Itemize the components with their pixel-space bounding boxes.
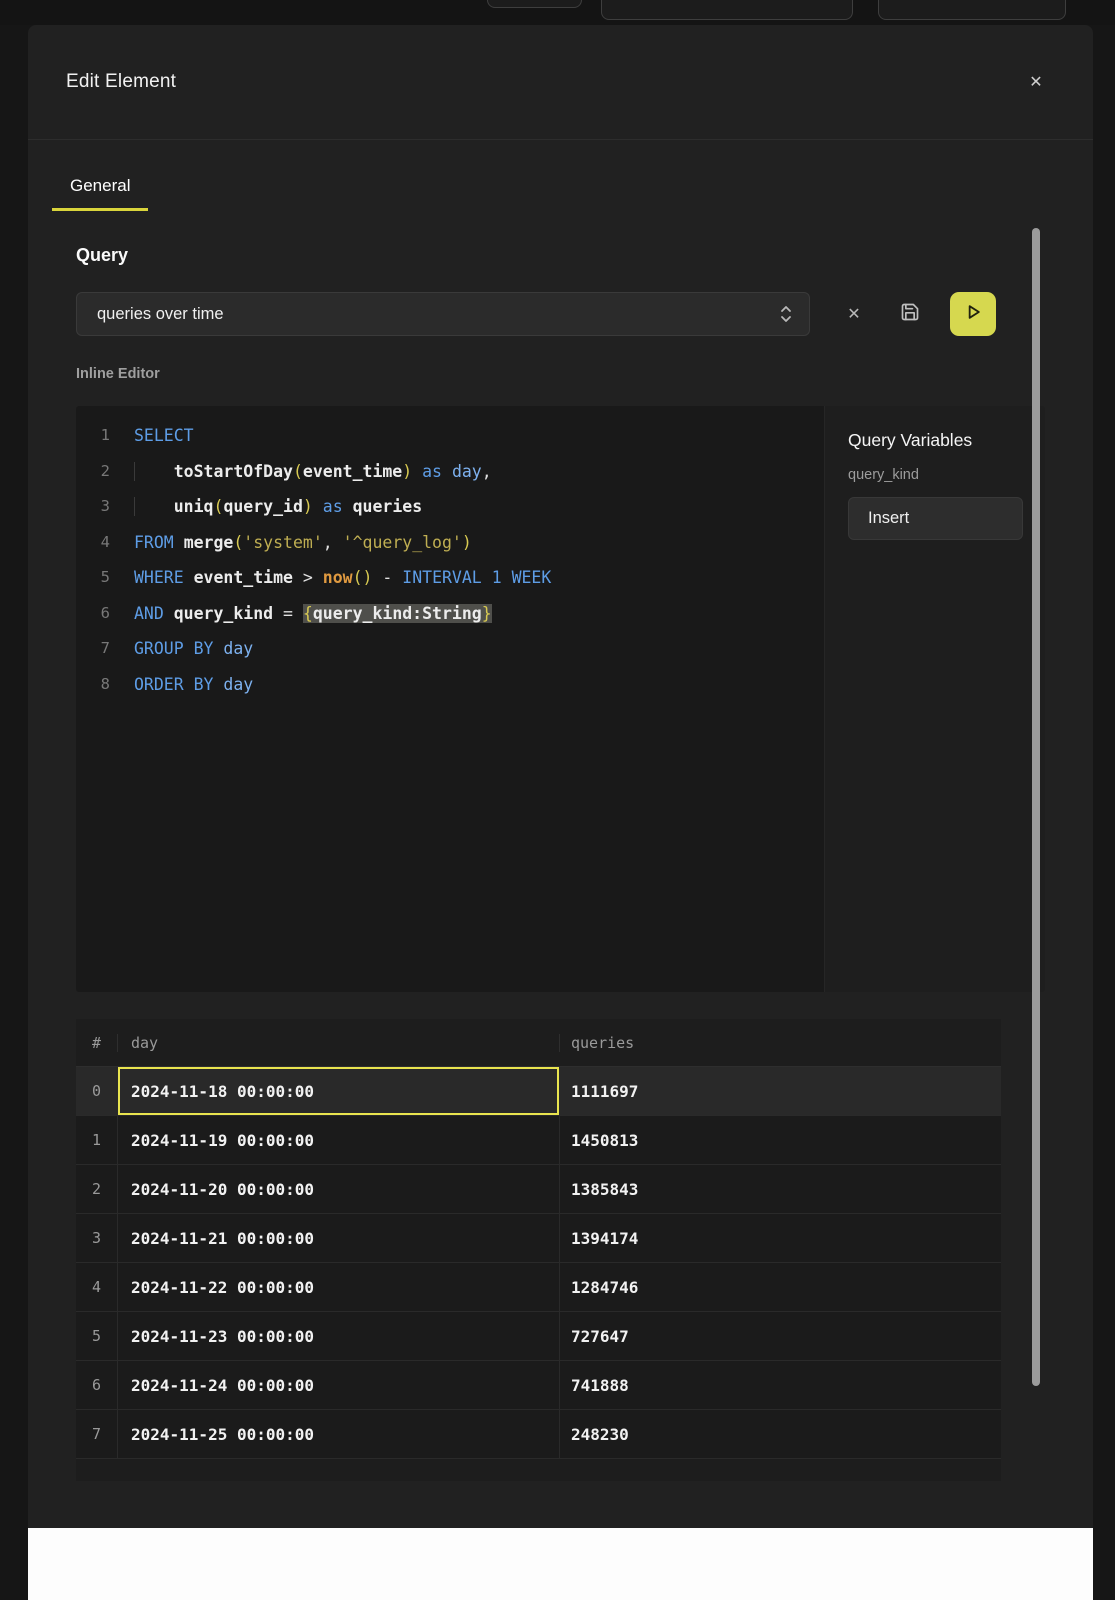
query-variables-panel: Query Variables query_kind Insert [824, 406, 1045, 992]
partial-control-right[interactable] [878, 0, 1066, 20]
cell-queries[interactable]: 248230 [560, 1410, 1001, 1458]
query-select[interactable]: queries over time [76, 292, 810, 336]
cell-day[interactable]: 2024-11-24 00:00:00 [118, 1361, 560, 1409]
code-text: GROUP BY day [110, 631, 253, 667]
clear-icon: ✕ [847, 304, 860, 324]
top-bar [0, 0, 1115, 25]
modal-header: Edit Element ✕ [28, 25, 1093, 140]
modal-title: Edit Element [66, 71, 176, 93]
cell-day[interactable]: 2024-11-22 00:00:00 [118, 1263, 560, 1311]
cell-row-index: 4 [76, 1263, 118, 1311]
cell-day[interactable]: 2024-11-25 00:00:00 [118, 1410, 560, 1458]
cell-row-index: 6 [76, 1361, 118, 1409]
line-number: 3 [76, 489, 110, 525]
cell-row-index: 0 [76, 1067, 118, 1115]
cell-day[interactable]: 2024-11-19 00:00:00 [118, 1116, 560, 1164]
select-chevron-icon [777, 303, 795, 325]
code-lines[interactable]: 1SELECT2 toStartOfDay(event_time) as day… [76, 406, 824, 992]
query-variables-heading: Query Variables [848, 430, 1045, 451]
query-controls-row: queries over time ✕ [76, 292, 1045, 336]
cell-queries[interactable]: 727647 [560, 1312, 1001, 1360]
code-line[interactable]: 1SELECT [76, 418, 824, 454]
tab-bar: General [28, 140, 1093, 211]
cell-row-index: 5 [76, 1312, 118, 1360]
table-row[interactable]: 02024-11-18 00:00:001111697 [76, 1067, 1001, 1116]
cell-row-index: 7 [76, 1410, 118, 1458]
results-table: # day queries 02024-11-18 00:00:00111169… [76, 1019, 1001, 1481]
code-line[interactable]: 6AND query_kind = {query_kind:String} [76, 596, 824, 632]
code-text: SELECT [110, 418, 194, 454]
partial-control-middle[interactable] [601, 0, 853, 20]
cell-row-index: 2 [76, 1165, 118, 1213]
table-row[interactable]: 12024-11-19 00:00:001450813 [76, 1116, 1001, 1165]
line-number: 1 [76, 418, 110, 454]
line-number: 5 [76, 560, 110, 596]
page-bottom-sheet [28, 1528, 1093, 1600]
line-number: 2 [76, 454, 110, 490]
table-row[interactable]: 62024-11-24 00:00:00741888 [76, 1361, 1001, 1410]
play-icon [963, 302, 983, 327]
line-number: 6 [76, 596, 110, 632]
edit-element-modal: Edit Element ✕ General Query queries ove… [28, 25, 1093, 1528]
table-row[interactable]: 32024-11-21 00:00:001394174 [76, 1214, 1001, 1263]
code-text: AND query_kind = {query_kind:String} [110, 596, 492, 632]
vertical-scrollbar[interactable] [1032, 228, 1040, 1386]
variable-name: query_kind [848, 467, 1045, 483]
table-row[interactable]: 42024-11-22 00:00:001284746 [76, 1263, 1001, 1312]
cell-queries[interactable]: 1284746 [560, 1263, 1001, 1311]
partial-control-left[interactable] [487, 0, 582, 8]
code-text: uniq(query_id) as queries [110, 489, 422, 525]
code-text: WHERE event_time > now() - INTERVAL 1 WE… [110, 560, 551, 596]
table-row[interactable]: 72024-11-25 00:00:00248230 [76, 1410, 1001, 1459]
code-line[interactable]: 7GROUP BY day [76, 631, 824, 667]
cell-queries[interactable]: 1450813 [560, 1116, 1001, 1164]
close-button[interactable]: ✕ [1023, 69, 1049, 95]
code-text: ORDER BY day [110, 667, 253, 703]
query-select-value: queries over time [97, 305, 777, 324]
code-text: FROM merge('system', '^query_log') [110, 525, 472, 561]
cell-queries[interactable]: 1394174 [560, 1214, 1001, 1262]
save-icon [900, 302, 920, 327]
run-query-button[interactable] [950, 292, 996, 336]
code-text: toStartOfDay(event_time) as day, [110, 454, 492, 490]
column-header-index: # [76, 1034, 118, 1052]
table-footer [76, 1459, 1001, 1481]
insert-variable-button[interactable]: Insert [848, 497, 1023, 540]
code-line[interactable]: 8ORDER BY day [76, 667, 824, 703]
cell-day[interactable]: 2024-11-23 00:00:00 [118, 1312, 560, 1360]
cell-row-index: 1 [76, 1116, 118, 1164]
sql-editor: 1SELECT2 toStartOfDay(event_time) as day… [76, 406, 1045, 992]
save-query-button[interactable] [890, 294, 930, 334]
code-line[interactable]: 5WHERE event_time > now() - INTERVAL 1 W… [76, 560, 824, 596]
tab-general[interactable]: General [52, 176, 148, 211]
cell-row-index: 3 [76, 1214, 118, 1262]
cell-queries[interactable]: 1111697 [560, 1067, 1001, 1115]
cell-queries[interactable]: 1385843 [560, 1165, 1001, 1213]
close-icon: ✕ [1029, 72, 1042, 92]
line-number: 4 [76, 525, 110, 561]
code-line[interactable]: 3 uniq(query_id) as queries [76, 489, 824, 525]
cell-day[interactable]: 2024-11-18 00:00:00 [118, 1067, 560, 1115]
table-row[interactable]: 52024-11-23 00:00:00727647 [76, 1312, 1001, 1361]
query-section-heading: Query [76, 245, 1093, 266]
table-header-row: # day queries [76, 1019, 1001, 1067]
line-number: 8 [76, 667, 110, 703]
code-line[interactable]: 4FROM merge('system', '^query_log') [76, 525, 824, 561]
code-line[interactable]: 2 toStartOfDay(event_time) as day, [76, 454, 824, 490]
table-body: 02024-11-18 00:00:00111169712024-11-19 0… [76, 1067, 1001, 1459]
cell-queries[interactable]: 741888 [560, 1361, 1001, 1409]
column-header-day[interactable]: day [118, 1034, 560, 1052]
clear-query-button[interactable]: ✕ [834, 294, 874, 334]
line-number: 7 [76, 631, 110, 667]
table-row[interactable]: 22024-11-20 00:00:001385843 [76, 1165, 1001, 1214]
column-header-queries[interactable]: queries [560, 1034, 1001, 1052]
cell-day[interactable]: 2024-11-20 00:00:00 [118, 1165, 560, 1213]
inline-editor-label: Inline Editor [76, 366, 1093, 382]
cell-day[interactable]: 2024-11-21 00:00:00 [118, 1214, 560, 1262]
